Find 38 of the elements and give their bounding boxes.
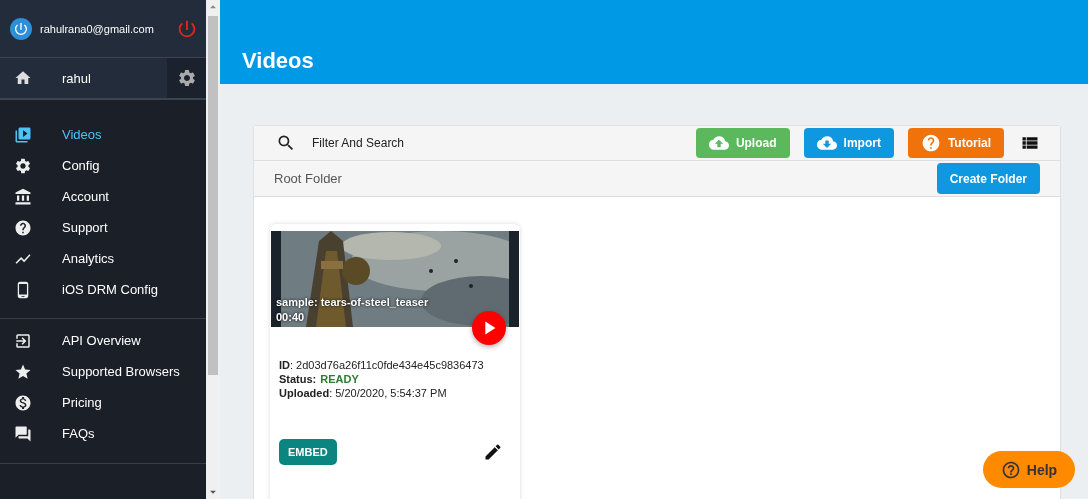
page-title: Videos — [242, 48, 314, 74]
help-button[interactable]: Help — [983, 451, 1075, 488]
gear-icon — [14, 156, 32, 175]
nav-item[interactable]: Supported Browsers — [0, 356, 206, 387]
video-library-icon — [14, 125, 32, 144]
video-id: ID: 2d03d76a26f11c0fde434e45c9836473 — [279, 359, 485, 371]
settings-button[interactable] — [167, 58, 206, 98]
question-icon — [920, 133, 941, 154]
bank-icon — [14, 187, 32, 206]
nav-item[interactable]: Account — [0, 181, 206, 212]
home-icon[interactable] — [14, 69, 32, 87]
scroll-thumb[interactable] — [208, 16, 218, 375]
nav-item[interactable]: Videos — [0, 119, 206, 150]
enter-icon — [14, 331, 32, 350]
nav-item[interactable]: Pricing — [0, 387, 206, 418]
status-label: Status: — [279, 373, 317, 385]
dollar-icon — [14, 393, 32, 412]
status-value: READY — [320, 373, 359, 385]
question-icon — [1000, 459, 1021, 480]
nav-item[interactable]: Config — [0, 150, 206, 181]
nav-item[interactable]: iOS DRM Config — [0, 274, 206, 305]
nav-item[interactable]: API Overview — [0, 325, 206, 356]
account-email: rahulrana0@gmail.com — [40, 22, 155, 35]
play-button[interactable] — [472, 311, 506, 345]
nav-item[interactable]: Analytics — [0, 243, 206, 274]
chat-icon — [14, 424, 32, 443]
nav-item[interactable]: Support — [0, 212, 206, 243]
upload-date: Uploaded: 5/20/2020, 5:54:37 PM — [279, 387, 448, 399]
question-icon — [14, 218, 32, 237]
edit-icon[interactable] — [483, 442, 503, 462]
search-field[interactable]: Filter And Search — [310, 135, 610, 152]
embed-button[interactable]: EMBED — [279, 439, 337, 465]
nav-item[interactable]: FAQs — [0, 418, 206, 449]
scrollbar[interactable] — [206, 0, 220, 499]
folder-name: Root Folder — [274, 171, 342, 187]
power-logo-icon — [10, 17, 32, 40]
user-name: rahul — [62, 70, 91, 86]
gear-icon — [176, 68, 197, 88]
